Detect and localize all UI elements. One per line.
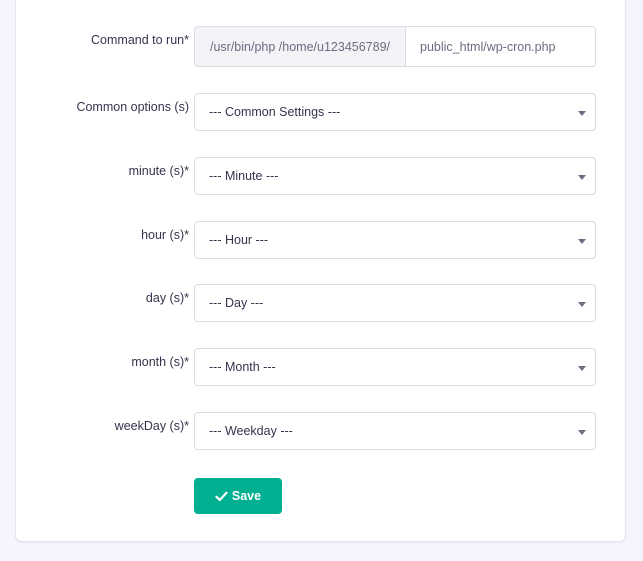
cron-job-form-card: Command to run* /usr/bin/php /home/u1234…	[15, 0, 626, 542]
hour-selected-value: --- Hour ---	[209, 233, 269, 247]
minute-selected-value: --- Minute ---	[209, 169, 279, 183]
weekday-label: weekDay (s)*	[114, 419, 189, 433]
hour-label: hour (s)*	[141, 228, 189, 242]
chevron-down-icon	[578, 175, 586, 180]
month-label: month (s)*	[131, 355, 189, 369]
common-options-label: Common options (s)	[76, 100, 189, 114]
save-button-label: Save	[231, 489, 262, 503]
weekday-select[interactable]: --- Weekday ---	[194, 412, 596, 450]
chevron-down-icon	[578, 430, 586, 435]
minute-select[interactable]: --- Minute ---	[194, 157, 596, 195]
day-select[interactable]: --- Day ---	[194, 284, 596, 322]
weekday-selected-value: --- Weekday ---	[209, 424, 293, 438]
minute-label: minute (s)*	[128, 164, 189, 178]
common-options-select[interactable]: --- Common Settings ---	[194, 93, 596, 131]
month-selected-value: --- Month ---	[209, 360, 276, 374]
command-prefix: /usr/bin/php /home/u123456789/	[195, 27, 406, 66]
command-label: Command to run*	[91, 33, 189, 47]
common-options-selected-value: --- Common Settings ---	[209, 105, 341, 119]
chevron-down-icon	[578, 239, 586, 244]
hour-select[interactable]: --- Hour ---	[194, 221, 596, 259]
command-input-group: /usr/bin/php /home/u123456789/	[194, 26, 596, 67]
check-icon	[215, 491, 228, 502]
command-input[interactable]	[406, 27, 595, 66]
chevron-down-icon	[578, 111, 586, 116]
save-button[interactable]: Save	[194, 478, 282, 514]
day-selected-value: --- Day ---	[209, 296, 264, 310]
month-select[interactable]: --- Month ---	[194, 348, 596, 386]
chevron-down-icon	[578, 302, 586, 307]
day-label: day (s)*	[145, 291, 189, 305]
chevron-down-icon	[578, 366, 586, 371]
